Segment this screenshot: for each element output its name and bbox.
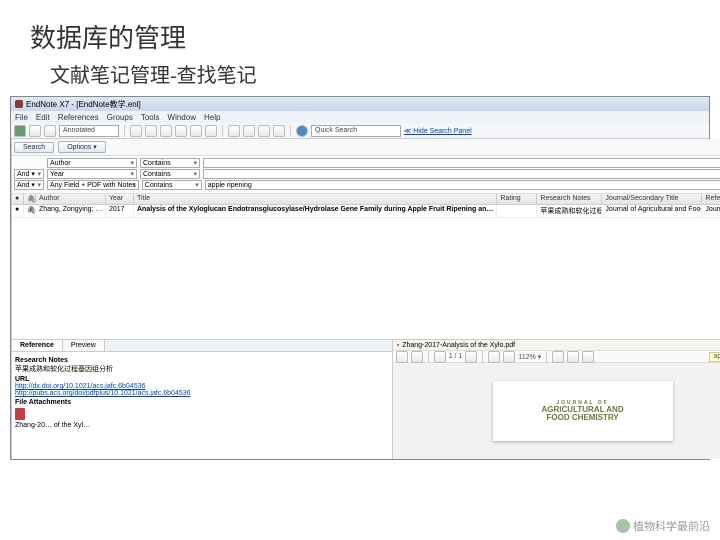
window-title: EndNote X7 - [EndNote教学.enl] <box>26 99 141 110</box>
pdf-preview: ▪ Zhang-2017-Analysis of the Xylo.pdf ▾ … <box>393 340 720 459</box>
col-read[interactable]: ● <box>12 194 24 204</box>
search-button[interactable]: Search <box>14 142 54 153</box>
pdf-page-indicator: 1 / 1 <box>449 353 463 360</box>
op-select[interactable]: Contains <box>140 158 200 168</box>
bool-select[interactable]: And ▾ <box>14 169 44 179</box>
pdf-tool-icon[interactable] <box>582 351 594 363</box>
search-value-input[interactable] <box>203 158 720 168</box>
table-body: ● 🖇 Zhang, Zongying; … 2017 Analysis of … <box>12 205 720 339</box>
field-select[interactable]: Author <box>47 158 137 168</box>
tool-icon[interactable] <box>205 125 217 137</box>
tool-icon[interactable] <box>130 125 142 137</box>
quick-search-input[interactable]: Quick Search <box>311 125 401 137</box>
tool-icon[interactable] <box>273 125 285 137</box>
pdf-toolbar: 1 / 1 112% ▾ apple ripening <box>393 351 720 363</box>
zoom-in-icon[interactable] <box>503 351 515 363</box>
mode-integrated-icon[interactable] <box>44 125 56 137</box>
help-icon[interactable] <box>296 125 308 137</box>
research-notes-label: Research Notes <box>15 357 389 364</box>
pdf-tab-icon: ▪ <box>397 342 399 349</box>
pdf-tool-icon[interactable] <box>567 351 579 363</box>
zoom-level[interactable]: 112% ▾ <box>518 353 541 361</box>
tool-icon[interactable] <box>228 125 240 137</box>
search-row-1: Author Contains +- <box>14 158 720 168</box>
table-header: ● 🖇 Author Year Title Rating Research No… <box>12 194 720 205</box>
endnote-window: EndNote X7 - [EndNote教学.enl] File Edit R… <box>10 96 710 460</box>
tool-icon[interactable] <box>145 125 157 137</box>
bool-select[interactable]: And ▾ <box>14 180 44 190</box>
menu-tools[interactable]: Tools <box>141 113 160 122</box>
col-author[interactable]: Author <box>36 194 106 204</box>
search-value-input[interactable]: apple ripening <box>205 180 720 190</box>
pdf-save-icon[interactable] <box>396 351 408 363</box>
tool-icon[interactable] <box>243 125 255 137</box>
hide-search-panel-link[interactable]: ≪ Hide Search Panel <box>404 127 472 135</box>
field-select[interactable]: Any Field + PDF with Notes <box>47 180 139 190</box>
attachment-filename[interactable]: Zhang-20… of the Xyl… <box>15 422 389 429</box>
col-journal[interactable]: Journal/Secondary Title <box>602 194 702 204</box>
slide-subtitle: 文献笔记管理-查找笔记 <box>0 59 720 96</box>
op-select[interactable]: Contains <box>140 169 200 179</box>
toolbar: Annotated Quick Search ≪ Hide Search Pan… <box>11 123 709 139</box>
search-row-3: And ▾ Any Field + PDF with Notes Contain… <box>14 180 720 190</box>
search-row-2: And ▾ Year Contains +- <box>14 169 720 179</box>
pdf-viewport[interactable]: JOURNAL OF AGRICULTURAL AND FOOD CHEMIST… <box>393 363 720 459</box>
col-notes[interactable]: Research Notes <box>537 194 602 204</box>
app-icon <box>15 100 23 108</box>
pdf-search-input[interactable]: apple ripening <box>709 352 720 362</box>
col-reftype[interactable]: Reference Type <box>702 194 720 204</box>
op-select[interactable]: Contains <box>142 180 202 190</box>
menu-edit[interactable]: Edit <box>36 113 50 122</box>
field-select[interactable]: Year <box>47 169 137 179</box>
research-notes-value[interactable]: 苹果成熟和软化过程基因组分析 <box>15 364 389 374</box>
pdf-tab-title[interactable]: Zhang-2017-Analysis of the Xylo.pdf <box>402 342 515 349</box>
tab-preview[interactable]: Preview <box>63 340 105 351</box>
pdf-print-icon[interactable] <box>411 351 423 363</box>
file-attachments-label: File Attachments <box>15 399 389 406</box>
tool-icon[interactable] <box>190 125 202 137</box>
table-row[interactable]: ● 🖇 Zhang, Zongying; … 2017 Analysis of … <box>12 205 720 218</box>
search-rows: Author Contains +- And ▾ Year Contains +… <box>12 156 720 194</box>
reference-panel: Reference Preview Research Notes 苹果成熟和软化… <box>12 340 393 459</box>
pdf-prev-icon[interactable] <box>434 351 446 363</box>
pdf-icon[interactable] <box>15 408 25 420</box>
menu-help[interactable]: Help <box>204 113 220 122</box>
pdf-next-icon[interactable] <box>465 351 477 363</box>
tool-icon[interactable] <box>175 125 187 137</box>
pdf-tool-icon[interactable] <box>552 351 564 363</box>
search-toolbar: Search Options ▾ Search <box>12 139 720 156</box>
col-rating[interactable]: Rating <box>497 194 537 204</box>
menu-groups[interactable]: Groups <box>107 113 133 122</box>
watermark-icon <box>616 519 630 533</box>
url-1[interactable]: http://dx.doi.org/10.1021/acs.jafc.6b045… <box>15 383 389 390</box>
url-2[interactable]: http://pubs.acs.org/doi/pdfplus/10.1021/… <box>15 390 389 397</box>
tab-reference[interactable]: Reference <box>12 340 63 351</box>
menu-window[interactable]: Window <box>168 113 196 122</box>
col-year[interactable]: Year <box>106 194 134 204</box>
mode-online-icon[interactable] <box>29 125 41 137</box>
tool-icon[interactable] <box>258 125 270 137</box>
titlebar: EndNote X7 - [EndNote教学.enl] <box>11 97 709 111</box>
watermark: 植物科学最前沿 <box>616 518 710 534</box>
tool-icon[interactable] <box>160 125 172 137</box>
col-title[interactable]: Title <box>134 194 497 204</box>
col-attach[interactable]: 🖇 <box>24 194 36 204</box>
mode-local-icon[interactable] <box>14 125 26 137</box>
slide-title: 数据库的管理 <box>0 0 720 59</box>
menu-references[interactable]: References <box>58 113 99 122</box>
options-button[interactable]: Options ▾ <box>58 141 106 153</box>
output-style-combo[interactable]: Annotated <box>59 125 119 137</box>
menubar: File Edit References Groups Tools Window… <box>11 111 709 123</box>
url-label: URL <box>15 376 389 383</box>
menu-file[interactable]: File <box>15 113 28 122</box>
zoom-out-icon[interactable] <box>488 351 500 363</box>
pdf-page: JOURNAL OF AGRICULTURAL AND FOOD CHEMIST… <box>493 381 673 441</box>
search-value-input[interactable] <box>203 169 720 179</box>
